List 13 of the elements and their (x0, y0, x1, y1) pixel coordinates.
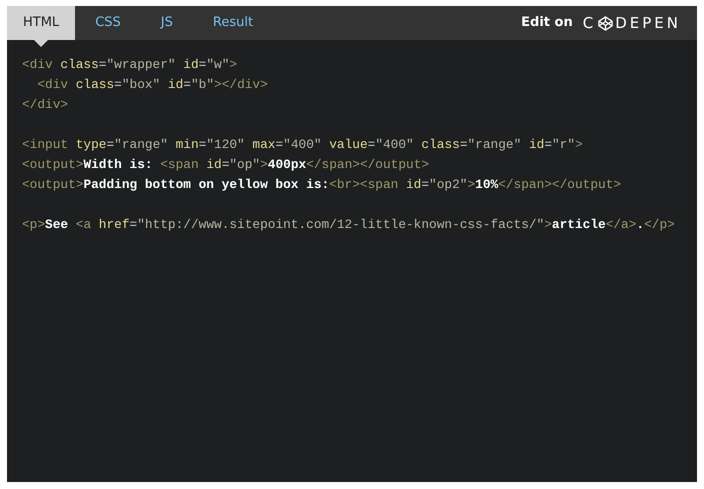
code-line: <div class="box" id="b"></div> (36, 76, 269, 94)
tab-pointer (34, 40, 48, 47)
editor-tab[interactable]: Result (192, 6, 274, 40)
code-line: <output>Padding bottom on yellow box is:<br><span id="op2">10%</span></output> (22, 176, 622, 194)
code-line: <input type="range" min="120" max="400" value="400" class="range" id="r"> (22, 136, 584, 154)
editor-tab[interactable]: JS (140, 6, 193, 40)
edit-on-codepen-link[interactable]: Edit on C DEPEN (521, 6, 697, 40)
editor-tab[interactable]: CSS (75, 6, 141, 40)
code-line: <p>See <a href="http://www.sitepoint.com/12-little-known-css-facts/">article</a>.</p> (22, 216, 676, 234)
code-line: </div> (22, 96, 70, 114)
cube-icon (598, 16, 614, 30)
code-line: <output>Width is: <span id="op">400px</span></output> (22, 156, 430, 174)
code-line: <div class="wrapper" id="w"> (22, 56, 238, 74)
